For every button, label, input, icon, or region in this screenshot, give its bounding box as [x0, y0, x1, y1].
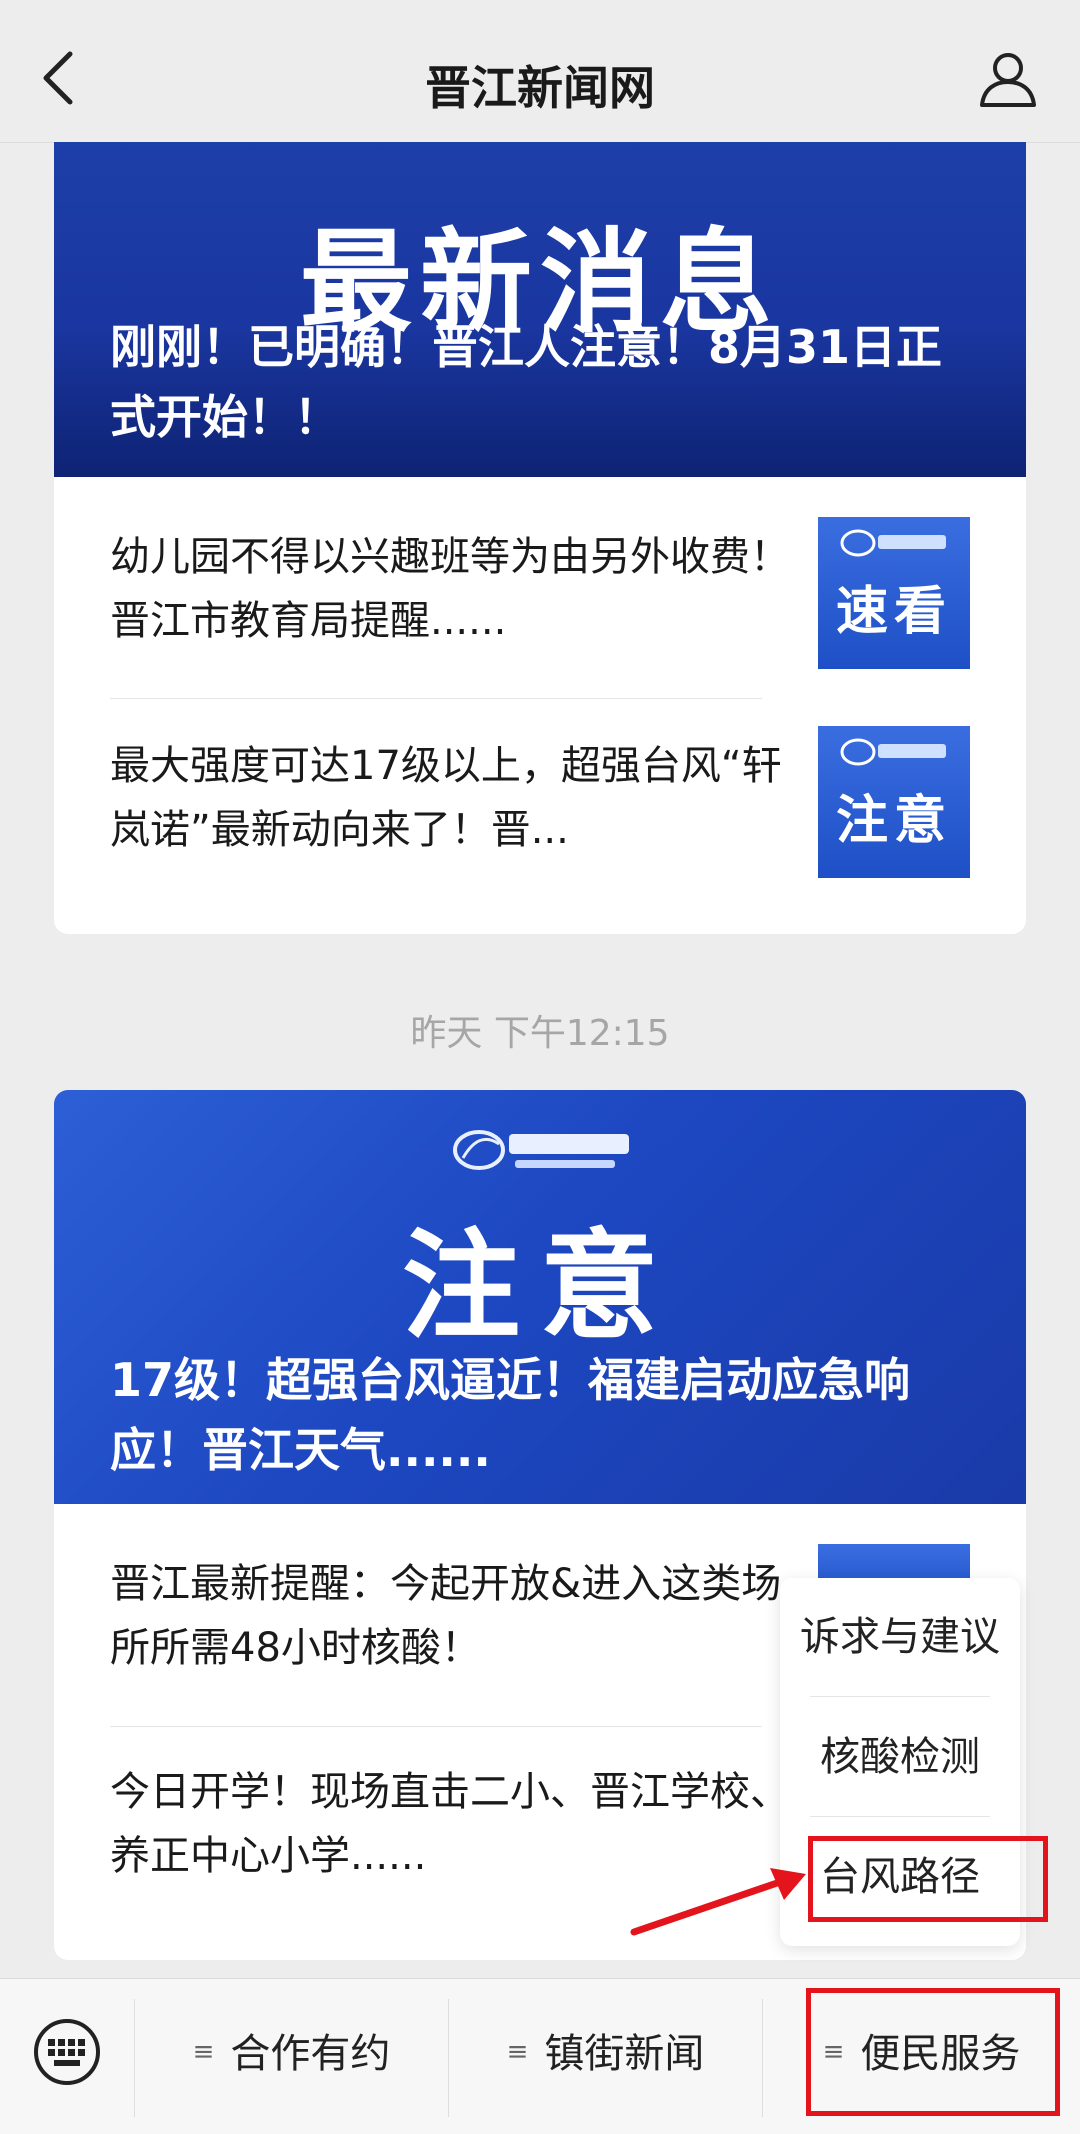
menu-tab-town-news[interactable]: ≡ 镇街新闻: [449, 1979, 762, 2134]
list-item[interactable]: 幼儿园不得以兴趣班等为由另外收费！晋江市教育局提醒...... 速看: [54, 477, 1026, 685]
menu-lines-icon: ≡: [192, 2037, 215, 2067]
cover-banner[interactable]: 注意 17级！超强台风逼近！福建启动应急响应！晋江天气......: [54, 1090, 1026, 1504]
cover-headline: 刚刚！已明确！晋江人注意！8月31日正式开始！！: [110, 320, 943, 444]
submenu-item-suggestions[interactable]: 诉求与建议: [780, 1578, 1020, 1696]
site-logo-icon: [840, 738, 946, 766]
menu-tab-label: 镇街新闻: [544, 2031, 705, 2077]
thumbnail-label: 速看: [835, 582, 952, 642]
cover-headline: 17级！超强台风逼近！福建启动应急响应！晋江天气......: [110, 1353, 911, 1477]
divider: [810, 1696, 990, 1697]
divider: [810, 1816, 990, 1817]
list-item[interactable]: 最大强度可达17级以上，超强台风“轩岚诺”最新动向来了！晋... 注意: [54, 686, 1026, 894]
nav-header: 晋江新闻网: [0, 0, 1080, 143]
menu-tab-label: 合作有约: [230, 2031, 391, 2077]
timestamp: 昨天 下午12:15: [410, 1013, 670, 1054]
annotation-arrow-icon: [630, 1868, 806, 1936]
article-card-1: 最新消息 刚刚！已明确！晋江人注意！8月31日正式开始！！ 幼儿园不得以兴趣班等…: [54, 142, 1026, 934]
keyboard-icon[interactable]: [32, 2017, 102, 2087]
annotation-highlight-box: [806, 1988, 1060, 2116]
article-title: 最大强度可达17级以上，超强台风“轩岚诺”最新动向来了！晋...: [110, 743, 782, 853]
site-logo-icon: [453, 1130, 629, 1170]
menu-tab-cooperation[interactable]: ≡ 合作有约: [135, 1979, 448, 2134]
submenu-item-nucleic-test[interactable]: 核酸检测: [780, 1698, 1020, 1816]
cover-banner[interactable]: 最新消息 刚刚！已明确！晋江人注意！8月31日正式开始！！: [54, 142, 1026, 477]
menu-lines-icon: ≡: [506, 2037, 529, 2067]
article-thumbnail: 注意: [818, 726, 970, 878]
article-thumbnail: 速看: [818, 517, 970, 669]
article-title: 幼儿园不得以兴趣班等为由另外收费！晋江市教育局提醒......: [110, 534, 790, 644]
page-title: 晋江新闻网: [425, 61, 655, 115]
site-logo-icon: [840, 529, 946, 557]
annotation-highlight-box: [808, 1836, 1048, 1922]
thumbnail-label: 注意: [835, 791, 952, 851]
cover-title: 注意: [401, 1217, 678, 1355]
profile-icon[interactable]: [978, 50, 1038, 108]
article-title: 晋江最新提醒：今起开放&进入这类场所所需48小时核酸！: [110, 1561, 782, 1671]
